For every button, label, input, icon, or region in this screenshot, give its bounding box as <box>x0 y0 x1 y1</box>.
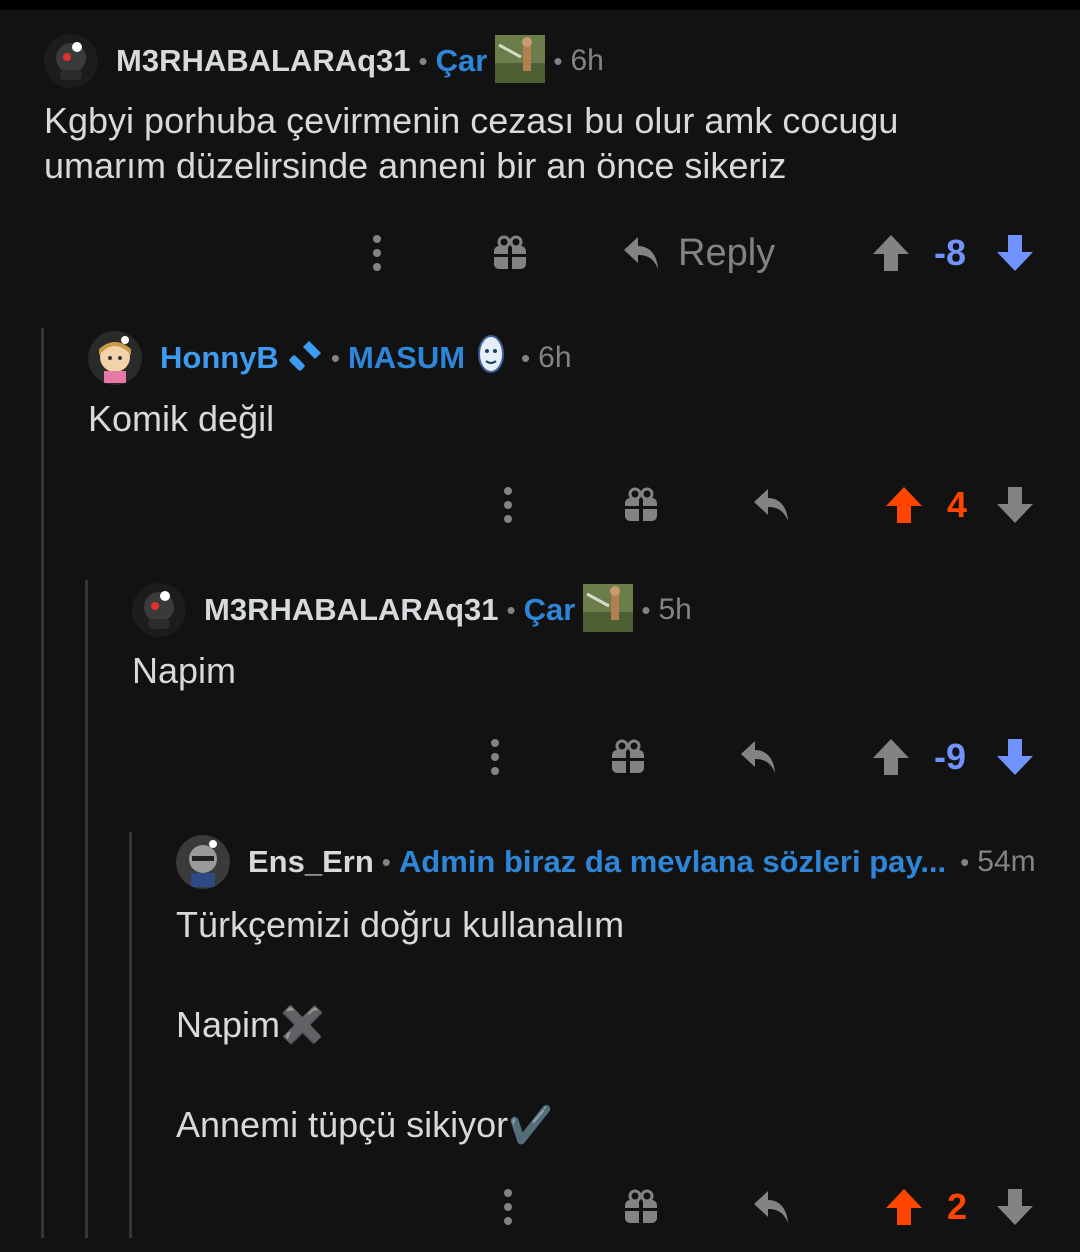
reply-icon <box>754 1191 788 1223</box>
reply-label: Reply <box>678 231 776 274</box>
upvote-icon <box>873 235 909 271</box>
gift-icon <box>612 739 644 773</box>
separator-dot: • <box>553 45 563 76</box>
upvote-icon <box>873 739 909 775</box>
downvote-icon <box>997 739 1033 775</box>
comment-header: HonnyB • MASUM • 6h <box>88 330 572 386</box>
timestamp: 5h <box>658 593 692 626</box>
comment-actions: -9 <box>0 727 1080 787</box>
gift-icon <box>625 487 657 521</box>
comment-actions: Reply -8 <box>0 223 1080 283</box>
separator-dot: • <box>506 594 516 625</box>
flair-image <box>495 34 546 88</box>
flair-image <box>583 583 634 637</box>
avatar[interactable] <box>132 583 186 637</box>
vote-score: -9 <box>934 736 967 777</box>
more-icon <box>504 1189 512 1225</box>
more-options-button[interactable] <box>366 223 388 283</box>
thread-line-level-2[interactable] <box>85 580 88 1238</box>
give-award-button[interactable] <box>623 475 659 535</box>
downvote-button[interactable] <box>996 223 1034 283</box>
downvote-button[interactable] <box>996 1177 1034 1237</box>
user-flair: Çar <box>435 43 488 78</box>
separator-dot: • <box>960 846 970 877</box>
username[interactable]: M3RHABALARAq31 <box>204 592 499 628</box>
gift-icon <box>494 235 526 269</box>
upvote-icon <box>886 1189 922 1225</box>
separator-dot: • <box>330 342 340 373</box>
username[interactable]: HonnyB <box>160 340 279 376</box>
avatar[interactable] <box>176 835 230 889</box>
give-award-button[interactable] <box>610 727 646 787</box>
comment-body: Türkçemizi doğru kullanalım Napim✖️ Anne… <box>176 904 625 1145</box>
comment-actions: 4 <box>0 475 1080 535</box>
username[interactable]: Ens_Ern <box>248 844 374 880</box>
separator-dot: • <box>381 846 391 877</box>
reply-button[interactable]: Reply <box>622 223 775 283</box>
more-icon <box>373 235 381 271</box>
more-icon <box>504 487 512 523</box>
flair-image <box>477 334 505 383</box>
moderator-icon <box>289 339 323 378</box>
reply-icon <box>624 237 658 269</box>
upvote-button[interactable] <box>885 1177 923 1237</box>
more-options-button[interactable] <box>497 1177 519 1237</box>
comment-body: Napim <box>132 650 237 691</box>
reply-button[interactable] <box>752 475 792 535</box>
downvote-icon <box>997 235 1033 271</box>
comment-header: Ens_Ern • Admin biraz da mevlana sözleri… <box>176 834 1036 890</box>
separator-dot: • <box>418 45 428 76</box>
comment-header: M3RHABALARAq31 • Çar • 5h <box>132 582 692 638</box>
timestamp: 6h <box>538 341 572 374</box>
reply-button[interactable] <box>739 727 779 787</box>
more-options-button[interactable] <box>484 727 506 787</box>
timestamp: 6h <box>570 44 604 77</box>
reply-icon <box>741 741 775 773</box>
upvote-button[interactable] <box>885 475 923 535</box>
vote-score: 2 <box>947 1186 968 1227</box>
comment-actions: 2 <box>0 1177 1080 1237</box>
upvote-button[interactable] <box>872 223 910 283</box>
status-bar-edge <box>0 0 1080 10</box>
avatar[interactable] <box>88 331 142 385</box>
user-flair: MASUM <box>347 340 466 375</box>
vote-score: 4 <box>947 484 968 525</box>
comment-body: Komik değil <box>88 398 275 439</box>
more-options-button[interactable] <box>497 475 519 535</box>
timestamp: 54m <box>977 845 1036 878</box>
separator-dot: • <box>641 594 651 625</box>
reply-button[interactable] <box>752 1177 792 1237</box>
separator-dot: • <box>521 342 531 373</box>
upvote-icon <box>886 487 922 523</box>
give-award-button[interactable] <box>492 223 528 283</box>
downvote-button[interactable] <box>996 727 1034 787</box>
downvote-button[interactable] <box>996 475 1034 535</box>
reply-icon <box>754 489 788 521</box>
gift-icon <box>625 1189 657 1223</box>
downvote-icon <box>997 1189 1033 1225</box>
user-flair: Çar <box>523 592 576 627</box>
more-icon <box>491 739 499 775</box>
downvote-icon <box>997 487 1033 523</box>
comment-body: Kgbyi porhuba çevirmenin cezası bu olur … <box>44 100 899 186</box>
upvote-button[interactable] <box>872 727 910 787</box>
user-flair: Admin biraz da mevlana sözleri pay... <box>398 844 947 879</box>
avatar[interactable] <box>44 34 98 88</box>
comment-header: M3RHABALARAq31 • Çar • 6h <box>44 33 604 89</box>
vote-score: -8 <box>934 232 967 273</box>
username[interactable]: M3RHABALARAq31 <box>116 43 411 79</box>
give-award-button[interactable] <box>623 1177 659 1237</box>
